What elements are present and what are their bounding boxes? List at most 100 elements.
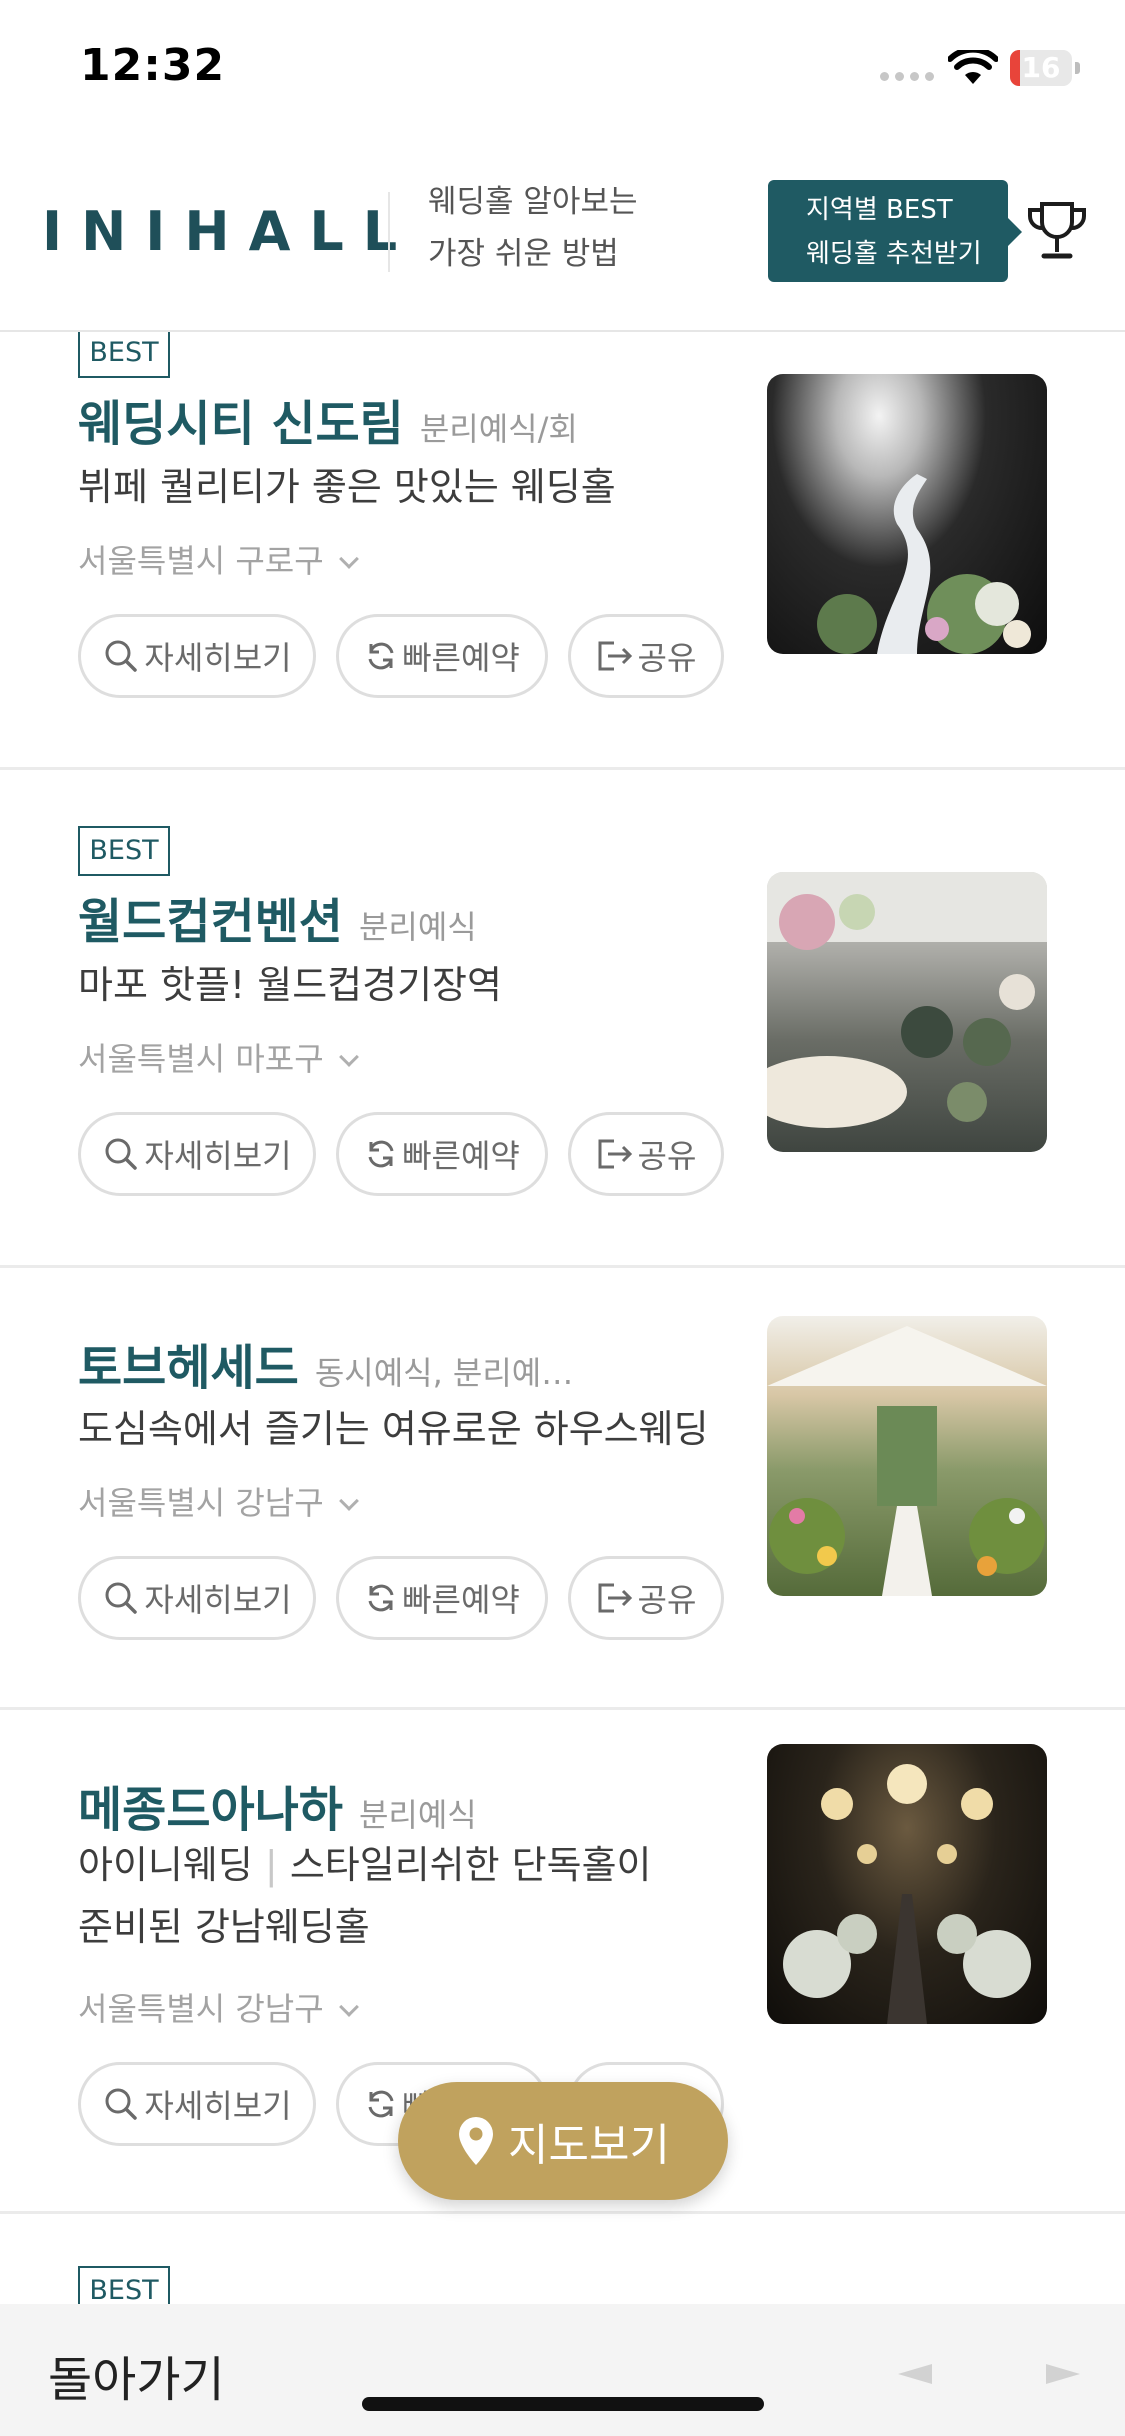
quick-reserve-label: 빠른예약 — [402, 639, 520, 677]
share-label: 공유 — [637, 639, 697, 677]
list-item[interactable]: 토브헤세드 동시예식, 분리예… 도심속에서 즐기는 여유로운 하우스웨딩 서울특… — [0, 1268, 1125, 1710]
hall-description-brand: 아이니웨딩 — [78, 1843, 253, 1887]
region-label: 서울특별시 강남구 — [78, 1484, 324, 1522]
detail-label: 자세히보기 — [144, 1581, 292, 1619]
hall-photo[interactable] — [767, 1744, 1047, 2024]
refresh-icon — [368, 642, 394, 670]
hall-description: 아이니웨딩 | 스타일리쉬한 단독홀이 준비된 강남웨딩홀 — [78, 1834, 738, 1958]
best-badge: BEST — [78, 826, 170, 876]
status-time: 12:32 — [80, 40, 226, 91]
map-pin-icon — [459, 2117, 494, 2165]
share-icon — [598, 1139, 632, 1169]
wifi-icon — [948, 50, 998, 84]
share-button[interactable]: 공유 — [568, 1556, 724, 1640]
hall-photo-art — [767, 872, 1047, 1128]
ceremony-type: 분리예식 — [358, 1796, 477, 1834]
search-icon — [105, 2088, 138, 2120]
refresh-icon — [368, 2090, 394, 2118]
hall-name[interactable]: 메종드아나하 — [78, 1782, 343, 1838]
bottom-nav-bar: 돌아가기 — [0, 2304, 1125, 2436]
best-badge: BEST — [78, 332, 170, 378]
hall-description-line1: 뷔페 퀄리티가 좋은 맛있는 웨딩홀 — [78, 465, 616, 509]
quick-reserve-button[interactable]: 빠른예약 — [336, 614, 548, 698]
map-view-button[interactable]: 지도보기 — [398, 2082, 728, 2200]
chevron-down-icon — [338, 1047, 359, 1067]
map-view-label: 지도보기 — [508, 2120, 670, 2171]
refresh-icon — [368, 1584, 394, 1612]
region-label: 서울특별시 마포구 — [78, 1040, 324, 1078]
battery-level: 16 — [1021, 51, 1061, 84]
detail-button[interactable]: 자세히보기 — [78, 1112, 316, 1196]
share-label: 공유 — [637, 1137, 697, 1175]
tagline: 웨딩홀 알아보는 가장 쉬운 방법 — [428, 176, 638, 280]
region-dropdown[interactable]: 서울특별시 구로구 — [78, 536, 359, 582]
list-item[interactable]: BEST 웨딩시티 신도림 분리예식/회 뷔페 퀄리티가 좋은 맛있는 웨딩홀 서… — [0, 332, 1125, 770]
chevron-down-icon — [338, 1997, 359, 2017]
inihall-logo[interactable]: INIHALL — [42, 200, 416, 263]
hall-name-row[interactable]: 웨딩시티 신도림 분리예식/회 — [78, 384, 578, 454]
detail-label: 자세히보기 — [144, 639, 292, 677]
detail-label: 자세히보기 — [144, 1137, 292, 1175]
trophy-icon[interactable] — [1024, 198, 1090, 264]
best-button-line1: 지역별 BEST — [806, 195, 953, 225]
ceremony-type: 동시예식, 분리예… — [314, 1354, 574, 1392]
hall-photo-art — [767, 1326, 1047, 1596]
ceremony-type: 분리예식 — [358, 908, 477, 946]
chevron-down-icon — [338, 1491, 359, 1511]
description-separator: | — [264, 1843, 278, 1887]
hall-description-line1: 마포 핫플! 월드컵경기장역 — [78, 963, 502, 1007]
ceremony-type: 분리예식/회 — [419, 410, 578, 448]
quick-reserve-button[interactable]: 빠른예약 — [336, 1112, 548, 1196]
best-badge: BEST — [78, 2266, 170, 2304]
hall-name-row[interactable]: 메종드아나하 분리예식 — [78, 1770, 477, 1840]
app-header: INIHALL 웨딩홀 알아보는 가장 쉬운 방법 지역별 BEST 웨딩홀 추… — [0, 140, 1125, 332]
status-bar: 12:32 16 — [0, 0, 1125, 140]
hall-photo[interactable] — [767, 872, 1047, 1152]
share-label: 공유 — [637, 1581, 697, 1619]
detail-button[interactable]: 자세히보기 — [78, 614, 316, 698]
prev-arrow-icon[interactable] — [898, 2364, 932, 2384]
share-button[interactable]: 공유 — [568, 614, 724, 698]
hall-name[interactable]: 월드컵컨벤션 — [78, 894, 343, 950]
hall-name[interactable]: 토브헤세드 — [78, 1340, 299, 1396]
regional-best-button[interactable]: 지역별 BEST 웨딩홀 추천받기 — [768, 180, 1022, 282]
hall-description: 도심속에서 즐기는 여유로운 하우스웨딩 — [78, 1398, 738, 1460]
search-icon — [105, 1582, 138, 1614]
region-dropdown[interactable]: 서울특별시 마포구 — [78, 1034, 359, 1080]
region-label: 서울특별시 구로구 — [78, 542, 324, 580]
share-icon — [598, 641, 632, 671]
hall-name-row[interactable]: 토브헤세드 동시예식, 분리예… — [78, 1328, 573, 1398]
region-dropdown[interactable]: 서울특별시 강남구 — [78, 1984, 359, 2030]
list-item[interactable]: BEST 월드컵컨벤션 분리예식 마포 핫플! 월드컵경기장역 서울특별시 마포구… — [0, 770, 1125, 1268]
hall-description: 마포 핫플! 월드컵경기장역 — [78, 954, 738, 1016]
region-dropdown[interactable]: 서울특별시 강남구 — [78, 1478, 359, 1524]
search-icon — [105, 640, 138, 672]
quick-reserve-button[interactable]: 빠른예약 — [336, 1556, 548, 1640]
detail-button[interactable]: 자세히보기 — [78, 1556, 316, 1640]
hall-photo-art — [817, 474, 1031, 654]
hall-description-text: 스타일리쉬한 단독홀이 — [289, 1843, 652, 1887]
next-arrow-icon[interactable] — [1046, 2364, 1080, 2384]
hall-description-line2: 준비된 강남웨딩홀 — [78, 1905, 370, 1949]
hall-name[interactable]: 웨딩시티 신도림 — [78, 396, 404, 452]
best-button-line2: 웨딩홀 추천받기 — [806, 239, 982, 269]
list-item[interactable]: BEST — [0, 2214, 1125, 2304]
back-button[interactable]: 돌아가기 — [48, 2340, 225, 2410]
hall-photo[interactable] — [767, 1316, 1047, 1596]
hall-name-row[interactable]: 월드컵컨벤션 분리예식 — [78, 882, 477, 952]
hall-photo[interactable] — [767, 374, 1047, 654]
region-label: 서울특별시 강남구 — [78, 1990, 324, 2028]
chevron-down-icon — [338, 549, 359, 569]
tagline-line1: 웨딩홀 알아보는 — [428, 184, 638, 220]
quick-reserve-label: 빠른예약 — [402, 1137, 520, 1175]
hall-description-line1: 아이니웨딩 | 스타일리쉬한 단독홀이 — [78, 1834, 738, 1896]
detail-button[interactable]: 자세히보기 — [78, 2062, 316, 2146]
hall-description: 뷔페 퀄리티가 좋은 맛있는 웨딩홀 — [78, 456, 738, 518]
home-indicator[interactable] — [362, 2397, 764, 2411]
wedding-hall-list: BEST 웨딩시티 신도림 분리예식/회 뷔페 퀄리티가 좋은 맛있는 웨딩홀 서… — [0, 332, 1125, 2304]
share-button[interactable]: 공유 — [568, 1112, 724, 1196]
hall-photo-art — [783, 1764, 1031, 2024]
cellular-signal-icon — [880, 72, 934, 81]
refresh-icon — [368, 1140, 394, 1168]
share-icon — [598, 1583, 632, 1613]
